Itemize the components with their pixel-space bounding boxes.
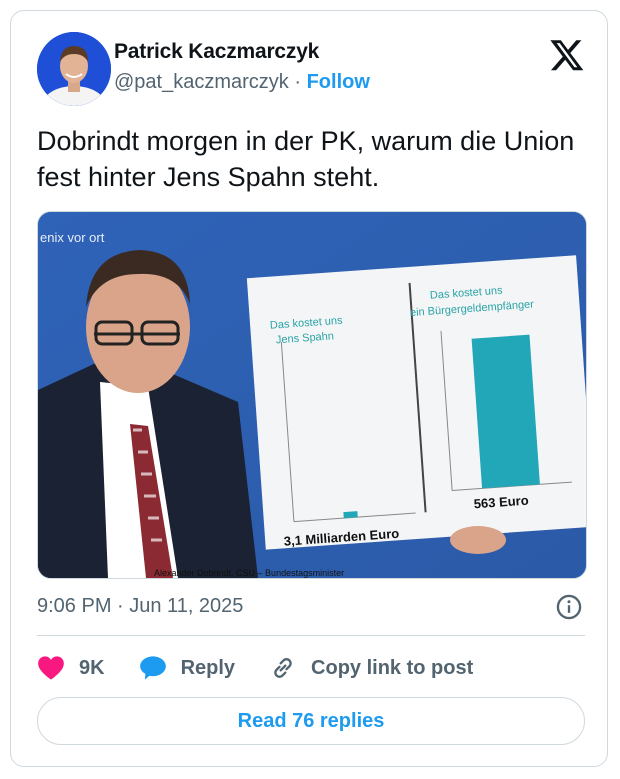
copy-link-label: Copy link to post: [311, 656, 474, 679]
info-icon[interactable]: [555, 593, 583, 621]
follow-button[interactable]: Follow: [307, 71, 370, 93]
x-logo-icon[interactable]: [549, 37, 585, 73]
link-icon: [274, 658, 292, 678]
divider: [37, 635, 585, 636]
separator: ·: [294, 71, 302, 93]
like-button[interactable]: 9K: [37, 655, 105, 681]
avatar[interactable]: [37, 32, 111, 106]
tweet-media[interactable]: Das kostet uns Jens Spahn Das kostet uns…: [37, 211, 587, 579]
copy-link-button[interactable]: Copy link to post: [269, 654, 473, 682]
reply-button[interactable]: Reply: [139, 655, 235, 681]
tweet-card: Patrick Kaczmarczyk @pat_kaczmarczyk · F…: [10, 10, 608, 767]
tweet-timestamp[interactable]: 9:06 PM · Jun 11, 2025: [37, 595, 243, 618]
author-handle[interactable]: @pat_kaczmarczyk: [114, 71, 289, 93]
reply-bubble-icon: [139, 656, 166, 680]
author-name[interactable]: Patrick Kaczmarczyk: [114, 40, 319, 64]
author-handle-line: @pat_kaczmarczyk · Follow: [114, 71, 370, 94]
lower-third-caption: Alexander Dobrindt, CSU – Bundestagsmini…: [154, 568, 344, 578]
heart-icon: [38, 656, 64, 680]
channel-logo: enix vor ort: [40, 230, 105, 245]
press-conference-photo: Das kostet uns Jens Spahn Das kostet uns…: [38, 212, 586, 578]
reply-label: Reply: [180, 656, 236, 679]
tweet-text: Dobrindt morgen in der PK, warum die Uni…: [37, 126, 575, 192]
read-replies-button[interactable]: Read 76 replies: [37, 697, 585, 745]
like-count: 9K: [79, 656, 105, 679]
action-bar: 9K Reply Copy link to post: [37, 651, 507, 685]
